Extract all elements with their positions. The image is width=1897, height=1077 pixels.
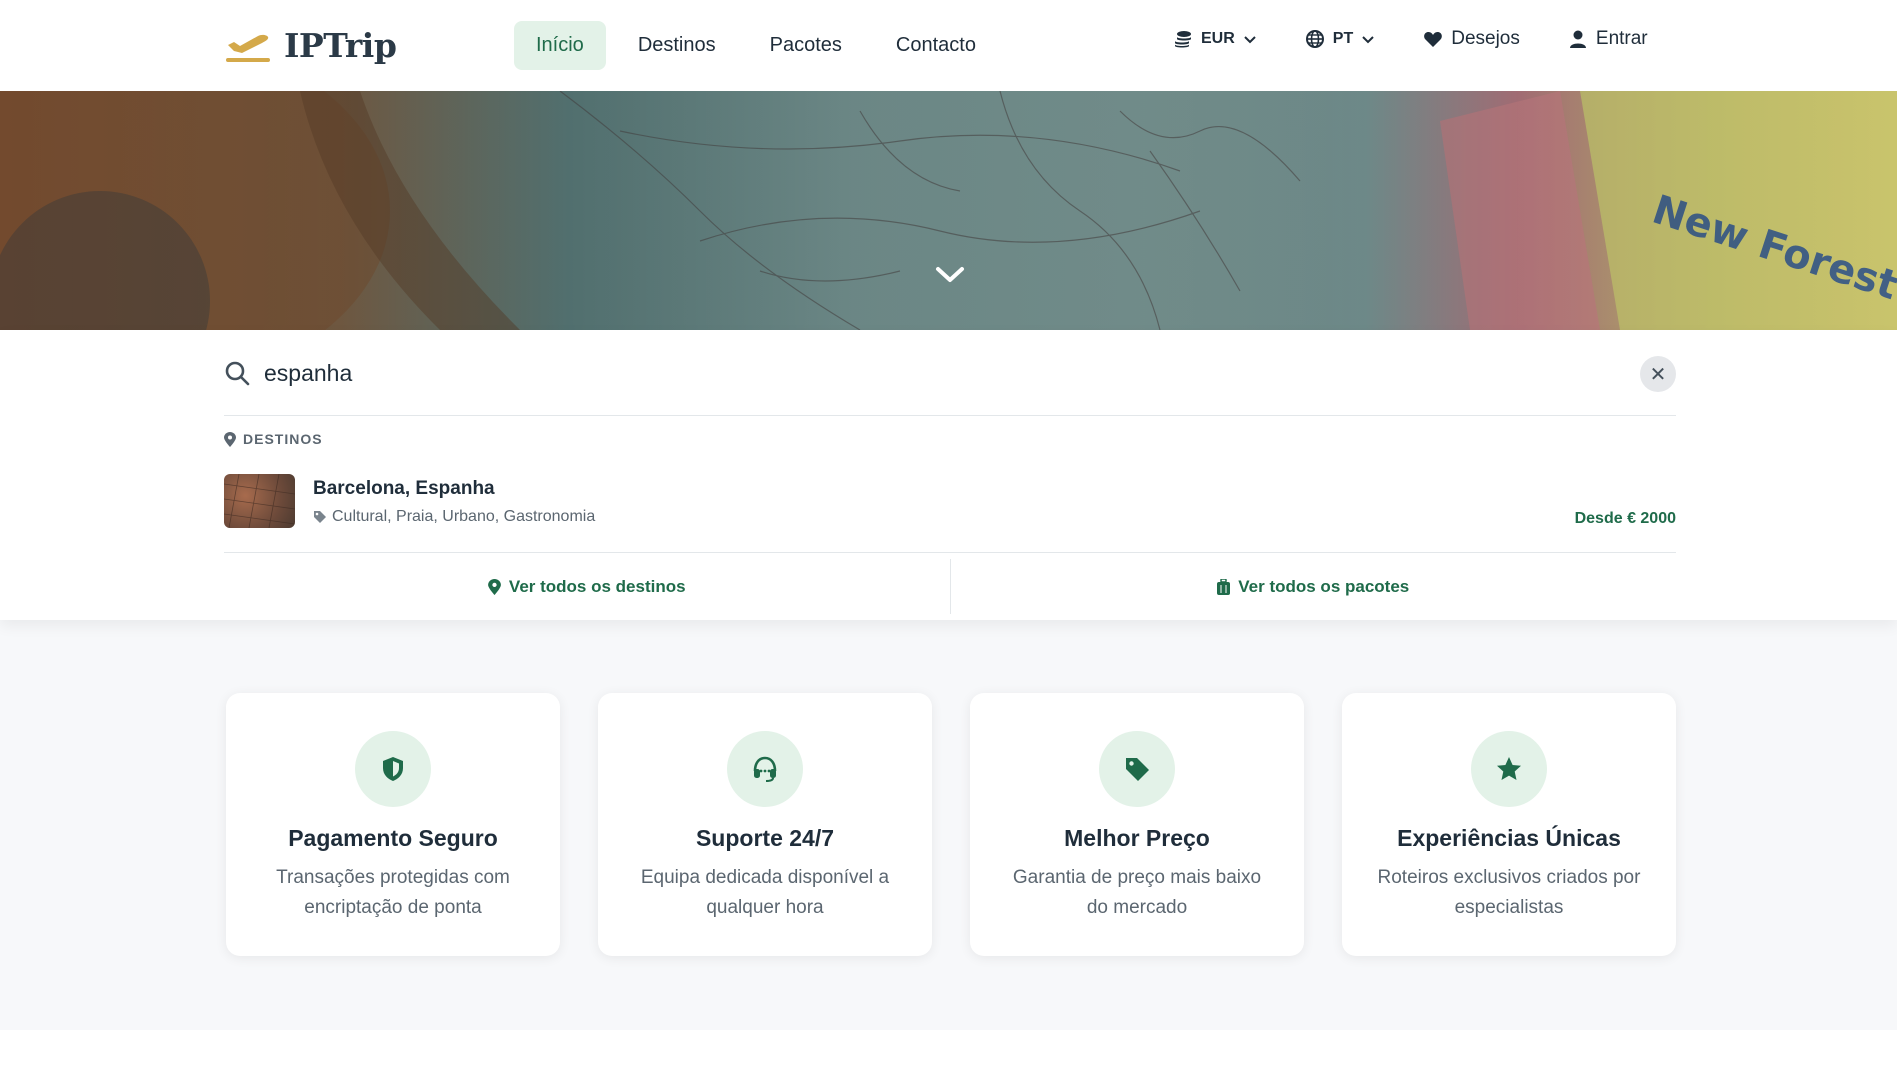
feature-icon-wrapper bbox=[355, 731, 431, 807]
search-input[interactable] bbox=[264, 354, 1564, 392]
plane-icon bbox=[226, 34, 270, 62]
globe-icon bbox=[1305, 30, 1324, 48]
currency-selector[interactable]: EUR bbox=[1173, 29, 1257, 49]
language-selector[interactable]: PT bbox=[1305, 29, 1375, 49]
heart-icon bbox=[1424, 32, 1443, 47]
star-icon bbox=[1497, 757, 1521, 780]
feature-title: Pagamento Seguro bbox=[288, 825, 498, 851]
feature-title: Suporte 24/7 bbox=[695, 825, 835, 851]
feature-card-secure-payment: Pagamento Seguro Transações protegidas c… bbox=[226, 693, 560, 956]
chevron-down-icon bbox=[1244, 36, 1256, 44]
destination-thumbnail bbox=[224, 474, 295, 528]
feature-description: Equipa dedicada disponível a qualquer ho… bbox=[640, 867, 890, 918]
wishlist-label: Desejos bbox=[1451, 28, 1520, 49]
feature-description: Garantia de preço mais baixo do mercado bbox=[1012, 867, 1262, 918]
nav-destinos[interactable]: Destinos bbox=[616, 21, 738, 70]
shield-icon bbox=[383, 757, 403, 781]
nav-inicio[interactable]: Início bbox=[514, 21, 606, 70]
view-all-packages-link[interactable]: Ver todos os pacotes bbox=[951, 553, 1677, 620]
features-section: Pagamento Seguro Transações protegidas c… bbox=[0, 620, 1897, 1030]
search-bar: ✕ bbox=[224, 330, 1676, 416]
chevron-down-icon bbox=[1362, 36, 1374, 44]
login-link[interactable]: Entrar bbox=[1568, 28, 1648, 50]
close-icon: ✕ bbox=[1649, 363, 1667, 386]
user-icon bbox=[1569, 30, 1586, 48]
feature-icon-wrapper bbox=[727, 731, 803, 807]
section-label-text: DESTINOS bbox=[243, 431, 323, 447]
search-icon bbox=[225, 361, 250, 386]
feature-card-unique-experiences: Experiências Únicas Roteiros exclusivos … bbox=[1342, 693, 1676, 956]
clear-search-button[interactable]: ✕ bbox=[1640, 356, 1676, 392]
chevron-down-icon[interactable] bbox=[935, 265, 965, 285]
coins-icon bbox=[1175, 31, 1191, 48]
feature-card-best-price: Melhor Preço Garantia de preço mais baix… bbox=[970, 693, 1304, 956]
currency-label: EUR bbox=[1201, 30, 1235, 47]
search-result-item[interactable]: Barcelona, Espanha Cultural, Praia, Urba… bbox=[224, 474, 1676, 538]
feature-title: Melhor Preço bbox=[1064, 825, 1210, 851]
nav-contacto[interactable]: Contacto bbox=[874, 21, 998, 70]
headset-icon bbox=[753, 756, 777, 782]
brand-name: IPTrip bbox=[284, 26, 397, 65]
tag-icon bbox=[1126, 758, 1149, 781]
hero-overlay bbox=[0, 91, 1897, 330]
feature-description: Transações protegidas com encriptação de… bbox=[276, 867, 510, 918]
result-title: Barcelona, Espanha bbox=[313, 478, 495, 499]
search-panel: ✕ DESTINOS Barcelona, Espanha Cultural, bbox=[0, 330, 1897, 620]
brand-logo[interactable]: IPTrip bbox=[224, 26, 397, 65]
view-all-destinations-label: Ver todos os destinos bbox=[508, 576, 686, 596]
header-actions: EUR PT Desejos Entrar bbox=[1173, 28, 1696, 50]
feature-icon-wrapper bbox=[1471, 731, 1547, 807]
feature-title: Experiências Únicas bbox=[1397, 825, 1621, 851]
result-tags-text: Cultural, Praia, Urbano, Gastronomia bbox=[332, 508, 596, 525]
login-label: Entrar bbox=[1595, 28, 1648, 49]
wishlist-link[interactable]: Desejos bbox=[1423, 28, 1520, 50]
result-price: Desde € 2000 bbox=[1574, 510, 1676, 527]
feature-description: Roteiros exclusivos criados por especial… bbox=[1377, 867, 1641, 918]
view-all-destinations-link[interactable]: Ver todos os destinos bbox=[224, 553, 950, 620]
search-footer-links: Ver todos os destinos Ver todos os pacot… bbox=[224, 552, 1676, 620]
tag-icon bbox=[314, 511, 326, 523]
result-tags: Cultural, Praia, Urbano, Gastronomia bbox=[313, 508, 595, 526]
feature-icon-wrapper bbox=[1099, 731, 1175, 807]
main-nav: Início Destinos Pacotes Contacto bbox=[514, 21, 1008, 70]
results-section-label: DESTINOS bbox=[224, 431, 323, 447]
language-label: PT bbox=[1332, 30, 1354, 47]
view-all-packages-label: Ver todos os pacotes bbox=[1238, 576, 1410, 596]
navbar: IPTrip Início Destinos Pacotes Contacto … bbox=[0, 0, 1897, 91]
nav-pacotes[interactable]: Pacotes bbox=[748, 21, 864, 70]
map-pin-icon bbox=[488, 578, 501, 595]
hero-banner: New Forest bbox=[0, 91, 1897, 330]
map-pin-icon bbox=[224, 431, 236, 447]
feature-card-support: Suporte 24/7 Equipa dedicada disponível … bbox=[598, 693, 932, 956]
suitcase-icon bbox=[1217, 578, 1231, 595]
